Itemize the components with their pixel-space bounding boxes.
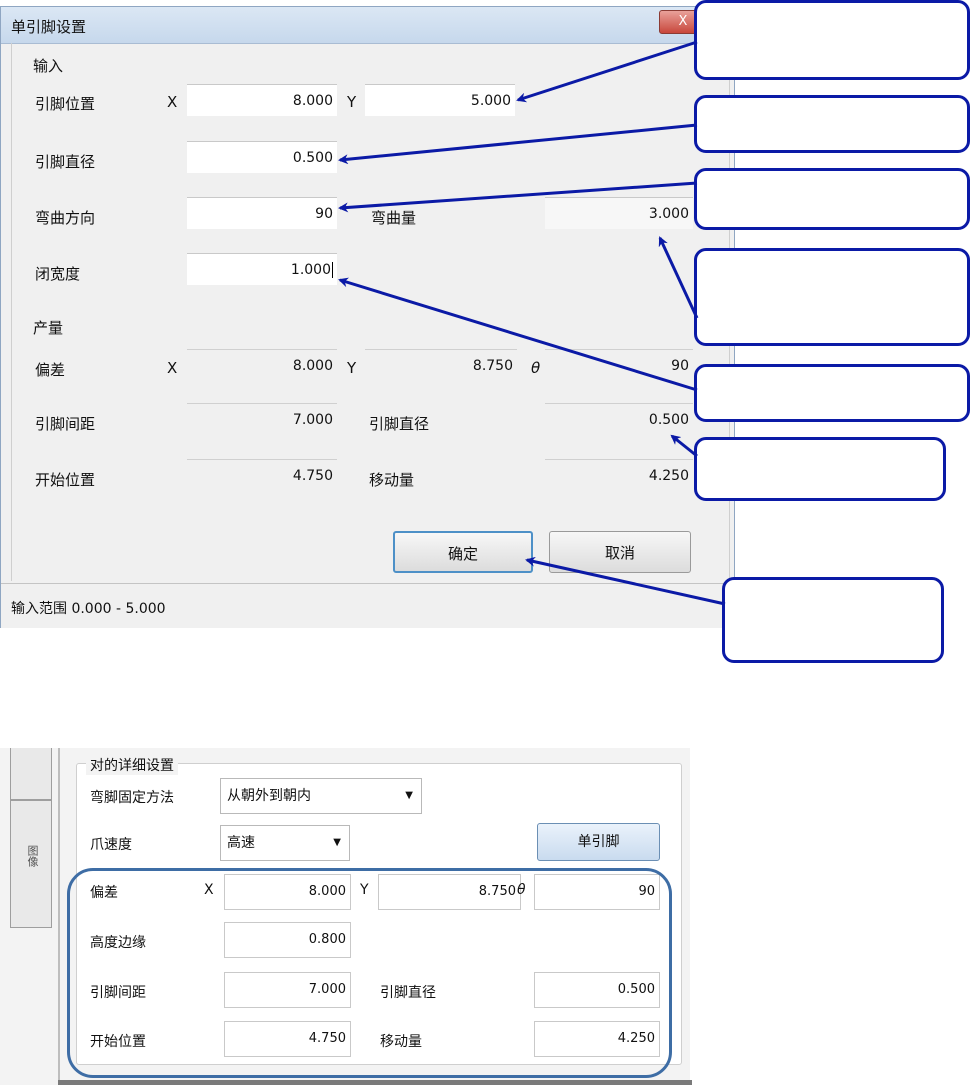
arrow-bend-amount bbox=[658, 236, 699, 319]
claw-speed-label: 爪速度 bbox=[90, 837, 132, 853]
bend-fix-method-value: 从朝外到朝内 bbox=[227, 788, 311, 804]
tab-upper[interactable] bbox=[10, 748, 52, 800]
panel-divider bbox=[58, 748, 60, 1085]
callout-arrows bbox=[338, 40, 726, 606]
arrow-output-pin-diameter bbox=[670, 434, 698, 458]
highlight-outline bbox=[67, 868, 672, 1078]
bend-fix-method-select[interactable]: 从朝外到朝内 ▼ bbox=[220, 778, 422, 814]
tab-image[interactable]: 图像 bbox=[10, 800, 52, 928]
single-pin-button[interactable]: 单引脚 bbox=[537, 823, 660, 861]
arrow-close-width bbox=[338, 277, 698, 392]
arrow-pin-position-y bbox=[516, 40, 698, 103]
tab-image-label: 图像 bbox=[26, 845, 39, 867]
arrow-ok-button bbox=[525, 556, 726, 606]
claw-speed-select[interactable]: 高速 ▼ bbox=[220, 825, 350, 861]
left-tab-strip: 图像 bbox=[10, 748, 54, 1085]
chevron-down-icon: ▼ bbox=[405, 790, 413, 801]
bend-fix-method-label: 弯脚固定方法 bbox=[90, 790, 174, 806]
panel-bottom-border bbox=[58, 1080, 692, 1085]
group-title: 对的详细设置 bbox=[86, 755, 178, 775]
chevron-down-icon: ▼ bbox=[333, 837, 341, 848]
arrow-pin-diameter bbox=[338, 123, 698, 165]
arrow-bend-direction bbox=[338, 181, 698, 213]
claw-speed-value: 高速 bbox=[227, 835, 255, 851]
